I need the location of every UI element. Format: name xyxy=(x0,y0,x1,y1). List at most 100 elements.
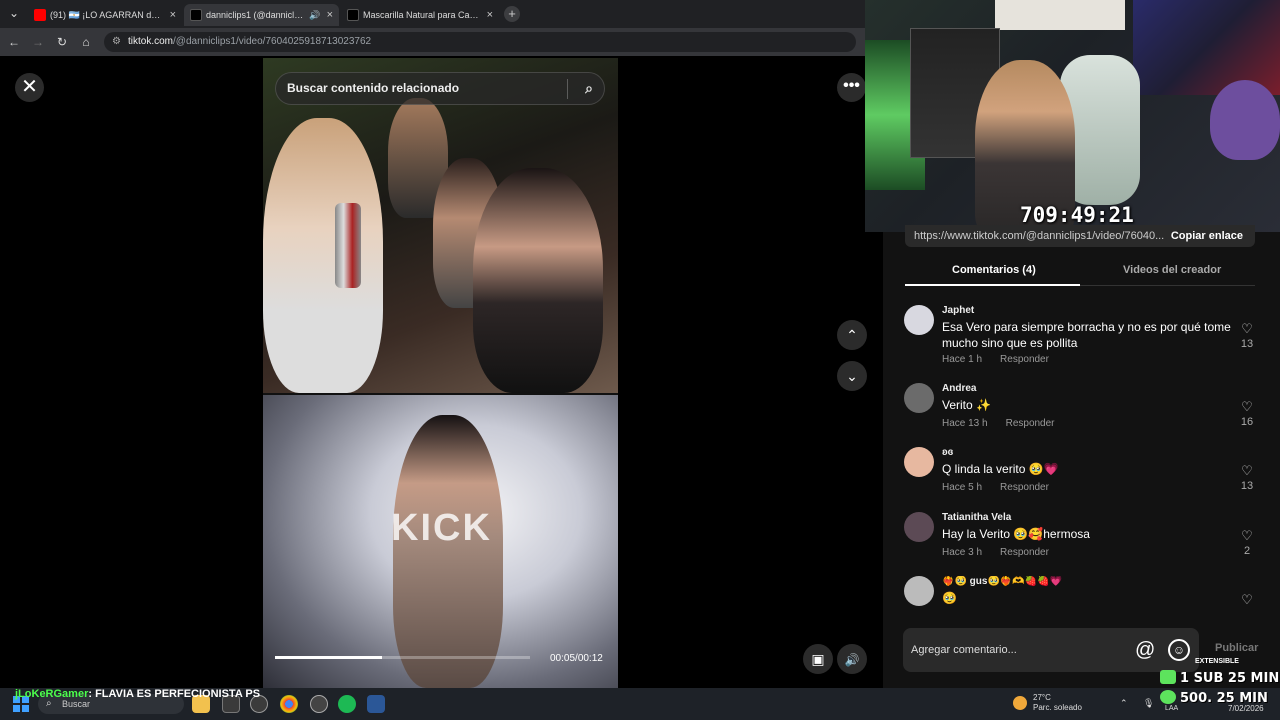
person-blonde xyxy=(263,118,383,393)
close-video-button[interactable]: ✕ xyxy=(15,73,44,102)
avatar[interactable] xyxy=(904,512,934,542)
speaker-icon[interactable]: 🔊 xyxy=(309,10,320,21)
close-tab-icon[interactable]: × xyxy=(487,9,493,21)
video-player[interactable]: KICK Buscar contenido relacionado ⌕ 00:0… xyxy=(263,58,618,688)
chevron-up-icon: ⌃ xyxy=(846,327,858,343)
miniplayer-button[interactable]: ▣ xyxy=(803,644,833,674)
emoji-icon[interactable]: ☺ xyxy=(1168,639,1190,661)
comment-time: Hace 3 h xyxy=(942,547,983,558)
site-info-icon[interactable]: ⚙ xyxy=(112,32,121,52)
heart-icon[interactable]: ♡ xyxy=(1238,463,1256,479)
tab-label: (91) 🇦🇷 ¡LO AGARRAN de PIÑ... xyxy=(50,9,164,20)
video-frame-bottom: KICK xyxy=(263,395,618,688)
sub-goal: 1 SUB 25 MIN xyxy=(1160,670,1279,686)
comment-text: Hay la Verito 🥹🥰hermosa xyxy=(942,527,1090,541)
spotify-icon[interactable] xyxy=(338,695,356,713)
comment-input[interactable]: Agregar comentario... @ ☺ xyxy=(903,628,1199,672)
language-indicator[interactable]: LAA xyxy=(1165,705,1178,712)
extensible-label: EXTENSIBLE xyxy=(1195,658,1239,665)
browser-tab-bar: ⌄ (91) 🇦🇷 ¡LO AGARRAN de PIÑ... × dannic… xyxy=(0,0,865,28)
mention-icon[interactable]: @ xyxy=(1135,628,1155,672)
panel-tabs: Comentarios (4) Videos del creador xyxy=(905,260,1255,286)
time-total: 00:12 xyxy=(577,653,603,664)
obs-icon[interactable] xyxy=(310,695,328,713)
search-icon[interactable]: ⌕ xyxy=(585,73,593,104)
close-tab-icon[interactable]: × xyxy=(327,9,333,21)
like-count: 2 xyxy=(1243,545,1251,557)
volume-button[interactable]: 🔊 xyxy=(837,644,867,674)
comment-author[interactable]: ʚɞ xyxy=(942,447,953,458)
comment-author[interactable]: Andrea xyxy=(942,383,976,394)
search-placeholder: Buscar contenido relacionado xyxy=(287,81,460,95)
tab-list-icon[interactable]: ⌄ xyxy=(6,5,22,21)
comment-text: 🥹 xyxy=(942,591,957,605)
reply-button[interactable]: Responder xyxy=(1000,482,1049,493)
comment-meta: Hace 13 h Responder xyxy=(942,418,1073,429)
kick-watermark: KICK xyxy=(391,507,492,549)
comment-item: Japhet Esa Vero para siempre borracha y … xyxy=(904,305,1260,365)
monitor xyxy=(1133,0,1280,95)
webcam-overlay: 709:49:21 xyxy=(865,0,1280,232)
comment-meta: Hace 5 h Responder xyxy=(942,482,1067,493)
comment-time: Hace 5 h xyxy=(942,482,983,493)
more-options-button[interactable]: ••• xyxy=(837,73,866,102)
address-bar[interactable]: ⚙ tiktok.com/@danniclips1/video/76040259… xyxy=(104,32,856,52)
tiktok-icon xyxy=(190,9,202,21)
avatar[interactable] xyxy=(904,576,934,606)
volume-icon: 🔊 xyxy=(844,653,860,667)
avatar[interactable] xyxy=(904,383,934,413)
video-timecode: 00:05/00:12 xyxy=(550,653,603,664)
comment-author[interactable]: Japhet xyxy=(942,305,974,316)
gift-icon xyxy=(1160,670,1176,684)
video-progress-bar[interactable] xyxy=(275,656,530,659)
screen: ⌄ (91) 🇦🇷 ¡LO AGARRAN de PIÑ... × dannic… xyxy=(0,0,1280,720)
tab-youtube[interactable]: (91) 🇦🇷 ¡LO AGARRAN de PIÑ... × xyxy=(28,4,182,26)
comment-time: Hace 13 h xyxy=(942,418,988,429)
tab-comments[interactable]: Comentarios (4) xyxy=(952,264,1036,276)
browser-toolbar: ← → ↻ ⌂ ⚙ tiktok.com/@danniclips1/video/… xyxy=(0,28,865,56)
heart-icon[interactable]: ♡ xyxy=(1238,592,1256,608)
comment-placeholder: Agregar comentario... xyxy=(911,644,1017,656)
comment-author[interactable]: Tatianitha Vela xyxy=(942,512,1011,523)
heart-icon[interactable]: ♡ xyxy=(1238,528,1256,544)
taskbar-search-label: Buscar xyxy=(62,699,91,709)
bits-goal-text: 500. 25 MIN xyxy=(1180,691,1268,706)
comment-author[interactable]: ❤️‍🔥🥹 gus🥹❤️‍🔥🫶🍓🍓💗 xyxy=(942,576,1062,587)
weather-desc: Parc. soleado xyxy=(1033,703,1082,712)
url-host: tiktok.com xyxy=(128,36,174,47)
video-frame-top xyxy=(263,58,618,393)
back-icon[interactable]: ← xyxy=(6,34,22,50)
home-icon[interactable]: ⌂ xyxy=(78,34,94,50)
next-video-button[interactable]: ⌄ xyxy=(837,361,867,391)
shelf xyxy=(995,0,1125,30)
new-tab-button[interactable]: + xyxy=(504,6,520,22)
tab-tiktok-danniclips[interactable]: danniclips1 (@danniclips1) | 🔊 × xyxy=(184,4,339,26)
comment-meta: Hace 1 h Responder xyxy=(942,354,1067,365)
close-tab-icon[interactable]: × xyxy=(170,9,176,21)
comment-item: ❤️‍🔥🥹 gus🥹❤️‍🔥🫶🍓🍓💗 🥹 ♡ xyxy=(904,576,1260,610)
copy-link-button[interactable]: Copiar enlace xyxy=(1171,225,1243,247)
tab-creator-videos[interactable]: Videos del creador xyxy=(1123,264,1221,276)
avatar[interactable] xyxy=(904,447,934,477)
app-icon[interactable] xyxy=(367,695,385,713)
miniplayer-icon: ▣ xyxy=(811,651,825,667)
microphone-icon[interactable]: 🎙 xyxy=(1143,698,1154,709)
forward-icon[interactable]: → xyxy=(30,34,46,50)
chevron-up-icon[interactable]: ⌃ xyxy=(1120,698,1128,709)
reply-button[interactable]: Responder xyxy=(1000,547,1049,558)
tab-tiktok-mascarilla[interactable]: Mascarilla Natural para Cabello × xyxy=(341,4,499,26)
publish-button[interactable]: Publicar xyxy=(1215,642,1258,654)
reply-button[interactable]: Responder xyxy=(1006,418,1055,429)
heart-icon[interactable]: ♡ xyxy=(1238,399,1256,415)
ticker-user: jLoKeRGamer xyxy=(15,688,89,700)
reply-button[interactable]: Responder xyxy=(1000,354,1049,365)
comment-time: Hace 1 h xyxy=(942,354,983,365)
avatar[interactable] xyxy=(904,305,934,335)
heart-icon[interactable]: ♡ xyxy=(1238,321,1256,337)
previous-video-button[interactable]: ⌃ xyxy=(837,320,867,350)
chrome-icon[interactable] xyxy=(280,695,298,713)
related-search-input[interactable]: Buscar contenido relacionado ⌕ xyxy=(275,72,605,105)
tiktok-icon xyxy=(347,9,359,21)
reload-icon[interactable]: ↻ xyxy=(54,34,70,50)
kick-icon xyxy=(1160,690,1176,704)
